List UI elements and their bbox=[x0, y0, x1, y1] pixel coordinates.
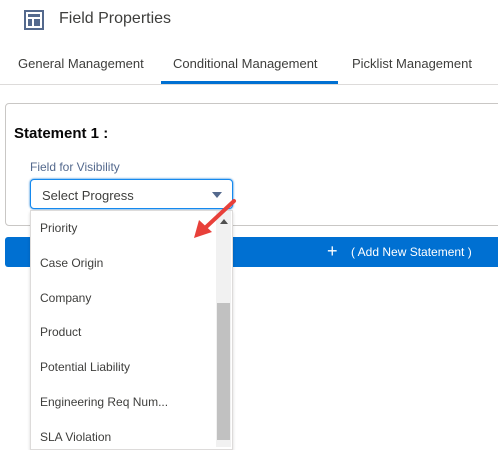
tab-general-management[interactable]: General Management bbox=[18, 56, 144, 71]
dropdown-option-sla-violation[interactable]: SLA Violation bbox=[40, 430, 111, 444]
annotation-arrow-icon bbox=[194, 199, 236, 238]
panel-header: Field Properties bbox=[0, 0, 498, 40]
layout-icon bbox=[24, 10, 44, 30]
statement-title: Statement 1 : bbox=[14, 125, 109, 142]
tab-bar: General Management Conditional Managemen… bbox=[0, 44, 498, 85]
dropdown-option-engineering-req-num[interactable]: Engineering Req Num... bbox=[40, 395, 168, 409]
dropdown-option-case-origin[interactable]: Case Origin bbox=[40, 256, 103, 270]
dropdown-option-company[interactable]: Company bbox=[40, 291, 91, 305]
dropdown-option-potential-liability[interactable]: Potential Liability bbox=[40, 360, 130, 374]
dropdown-option-priority[interactable]: Priority bbox=[40, 221, 77, 235]
field-for-visibility-label: Field for Visibility bbox=[30, 160, 120, 174]
tab-conditional-management[interactable]: Conditional Management bbox=[173, 56, 318, 71]
dropdown-option-product[interactable]: Product bbox=[40, 325, 81, 339]
scrollbar-thumb[interactable] bbox=[217, 303, 230, 440]
add-new-statement-label: ( Add New Statement ) bbox=[351, 245, 472, 259]
plus-icon: + bbox=[327, 241, 338, 261]
select-value: Select Progress bbox=[42, 188, 134, 203]
active-tab-indicator bbox=[161, 81, 338, 84]
page-title: Field Properties bbox=[59, 10, 172, 27]
tab-picklist-management[interactable]: Picklist Management bbox=[352, 56, 472, 71]
